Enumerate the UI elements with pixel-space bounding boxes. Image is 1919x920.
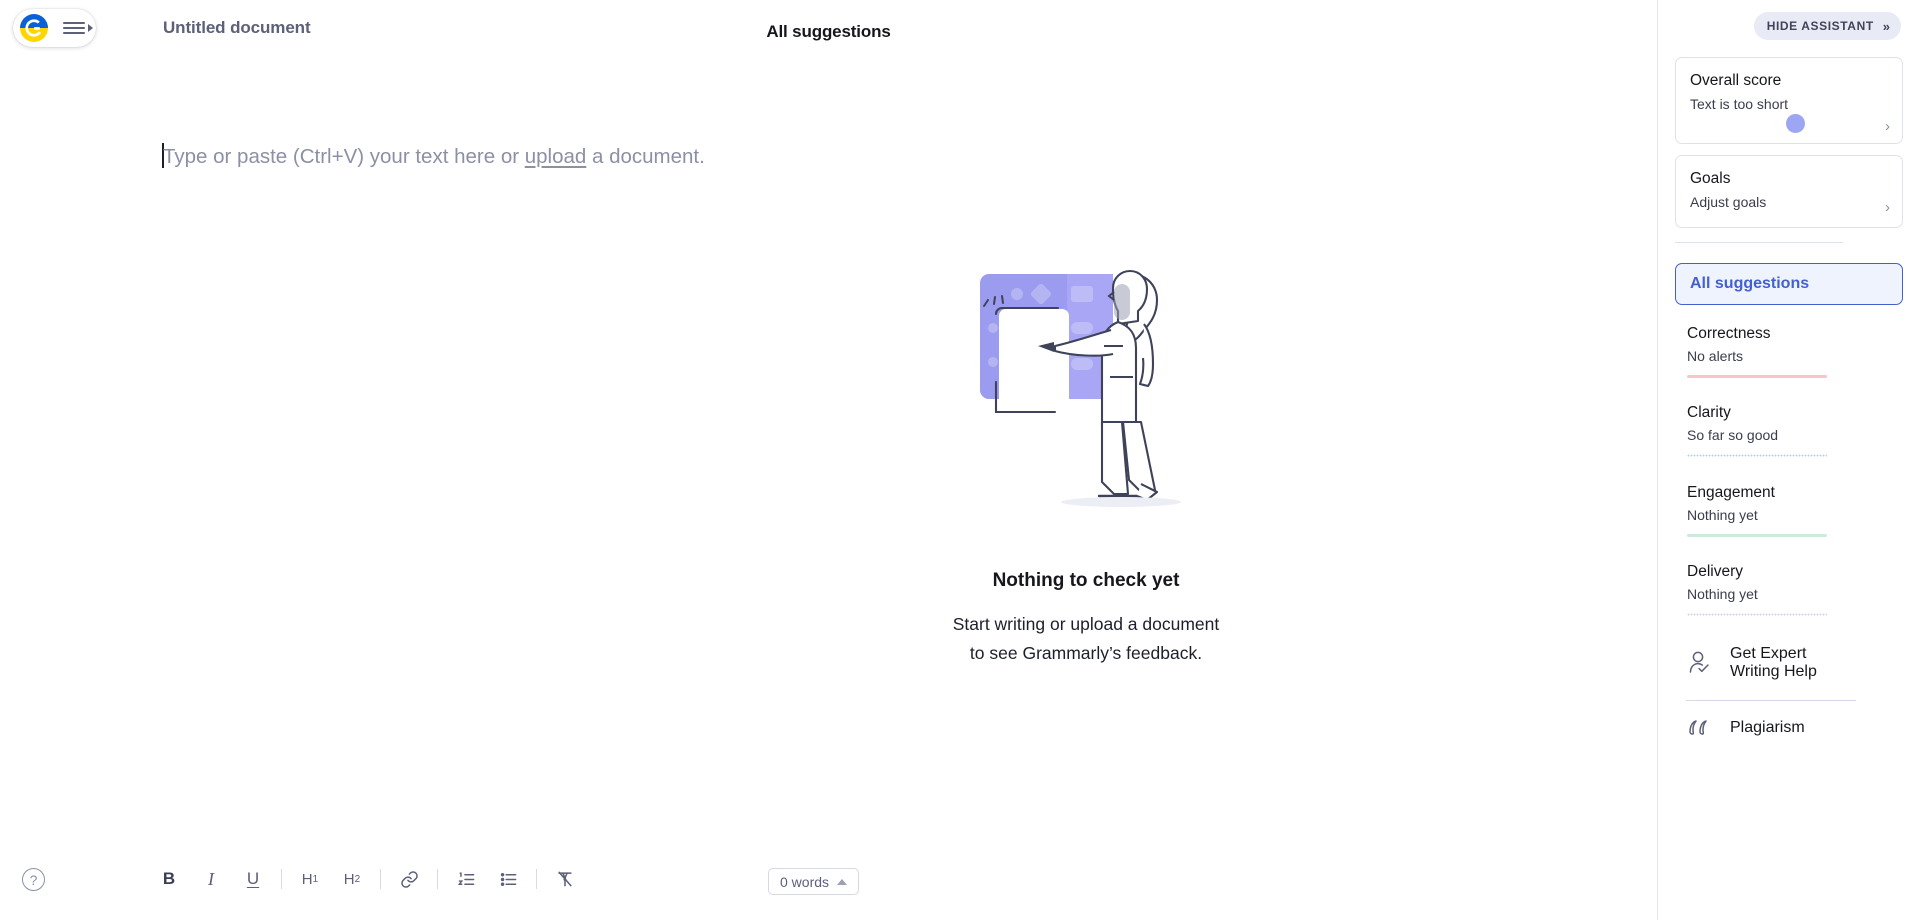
- empty-state-line-2: to see Grammarly’s feedback.: [969, 643, 1203, 663]
- toolbar-divider: [281, 869, 282, 889]
- h2-digit: 2: [354, 873, 361, 885]
- plagiarism-button[interactable]: Plagiarism: [1686, 715, 1805, 741]
- metric-engagement[interactable]: Engagement Nothing yet: [1687, 484, 1859, 537]
- goals-card[interactable]: Goals Adjust goals ›: [1675, 155, 1903, 228]
- overall-score-subtitle: Text is too short: [1690, 96, 1789, 112]
- clear-formatting-icon: [558, 871, 572, 887]
- double-chevron-right-icon: »: [1882, 18, 1890, 34]
- numbered-list-icon: [457, 871, 474, 885]
- expert-help-line-2: Writing Help: [1730, 663, 1817, 680]
- plagiarism-line-1: Plagiarism: [1730, 719, 1805, 736]
- metric-delivery-value: Nothing yet: [1687, 586, 1758, 602]
- empty-state-title: Nothing to check yet: [992, 570, 1180, 591]
- h1-digit: 1: [312, 873, 319, 885]
- placeholder-prefix: Type or paste (Ctrl+V) your text here or: [163, 145, 525, 168]
- metric-engagement-bar: [1687, 534, 1827, 537]
- heading-2-button[interactable]: H2: [335, 862, 369, 896]
- heading-1-button[interactable]: H1: [293, 862, 327, 896]
- metric-correctness-name: Correctness: [1687, 325, 1771, 342]
- link-icon: [400, 870, 418, 888]
- metric-engagement-name: Engagement: [1687, 484, 1775, 501]
- empty-state-illustration: [830, 262, 1342, 512]
- italic-button[interactable]: I: [194, 862, 228, 896]
- hide-assistant-label: HIDE ASSISTANT: [1766, 19, 1874, 33]
- upload-link[interactable]: upload: [525, 145, 587, 168]
- assistant-sidebar: HIDE ASSISTANT » Overall score Text is t…: [1657, 0, 1919, 920]
- woman-pointing-at-screen-icon: [980, 269, 1181, 507]
- metric-correctness[interactable]: Correctness No alerts: [1687, 325, 1859, 378]
- sidebar-divider-2: [1686, 700, 1856, 701]
- h1-letter: H: [301, 870, 313, 888]
- bullet-list-button[interactable]: [491, 862, 525, 896]
- metric-clarity[interactable]: Clarity So far so good: [1687, 404, 1859, 457]
- goals-title: Goals: [1690, 170, 1731, 187]
- chevron-right-icon: ›: [1885, 118, 1890, 135]
- toolbar-divider: [536, 869, 537, 889]
- clear-formatting-button[interactable]: [548, 862, 582, 896]
- help-button[interactable]: ?: [22, 868, 45, 891]
- person-check-icon: [1689, 651, 1709, 673]
- empty-state-description: Start writing or upload a document to se…: [830, 610, 1342, 668]
- formatting-toolbar: B I U H1 H2: [148, 862, 586, 896]
- grammarly-editor-app: Untitled document All suggestions Type o…: [0, 0, 1919, 920]
- empty-state-line-1: Start writing or upload a document: [952, 614, 1220, 634]
- get-expert-writing-help-button[interactable]: Get Expert Writing Help: [1686, 645, 1817, 681]
- link-button[interactable]: [392, 862, 426, 896]
- word-count-label: 0 words: [780, 873, 830, 890]
- numbered-list-button[interactable]: [449, 862, 483, 896]
- plagiarism-label: Plagiarism: [1730, 719, 1805, 737]
- hide-assistant-button[interactable]: HIDE ASSISTANT »: [1753, 12, 1901, 40]
- overall-score-title: Overall score: [1690, 72, 1782, 89]
- suggestions-panel-header: All suggestions: [766, 22, 891, 41]
- metric-correctness-value: No alerts: [1687, 348, 1744, 364]
- toolbar-divider: [437, 869, 438, 889]
- metric-delivery-bar: [1687, 613, 1827, 616]
- sidebar-divider: [1675, 242, 1843, 243]
- chevron-up-icon: [837, 878, 848, 885]
- metric-engagement-value: Nothing yet: [1687, 507, 1758, 523]
- document-text-area[interactable]: Type or paste (Ctrl+V) your text here or…: [162, 142, 1262, 172]
- underline-button[interactable]: U: [236, 862, 270, 896]
- metric-clarity-value: So far so good: [1687, 427, 1779, 443]
- empty-state: Nothing to check yet Start writing or up…: [830, 262, 1342, 668]
- expert-help-line-1: Get Expert: [1730, 645, 1807, 662]
- quotation-marks-icon: [1689, 720, 1707, 735]
- metric-clarity-name: Clarity: [1687, 404, 1731, 421]
- placeholder-suffix: a document.: [586, 145, 705, 168]
- metric-clarity-bar: [1687, 454, 1827, 457]
- metric-delivery[interactable]: Delivery Nothing yet: [1687, 563, 1859, 616]
- metric-delivery-name: Delivery: [1687, 563, 1743, 580]
- tab-all-suggestions[interactable]: All suggestions: [1675, 263, 1903, 305]
- editor-pane: Untitled document All suggestions Type o…: [0, 0, 1657, 920]
- metric-correctness-bar: [1687, 375, 1827, 378]
- goals-subtitle: Adjust goals: [1690, 194, 1767, 210]
- toolbar-divider: [380, 869, 381, 889]
- chevron-right-icon: ›: [1885, 199, 1890, 216]
- bullet-list-icon: [500, 872, 516, 886]
- bottom-toolbar: ? B I U H1 H2 0 words: [0, 854, 1657, 920]
- word-count-button[interactable]: 0 words: [768, 868, 860, 895]
- bold-button[interactable]: B: [152, 862, 186, 896]
- expert-help-label: Get Expert Writing Help: [1730, 645, 1817, 681]
- editor-placeholder[interactable]: Type or paste (Ctrl+V) your text here or…: [162, 142, 1262, 172]
- overall-score-card[interactable]: Overall score Text is too short ›: [1675, 57, 1903, 144]
- h2-letter: H: [343, 870, 355, 888]
